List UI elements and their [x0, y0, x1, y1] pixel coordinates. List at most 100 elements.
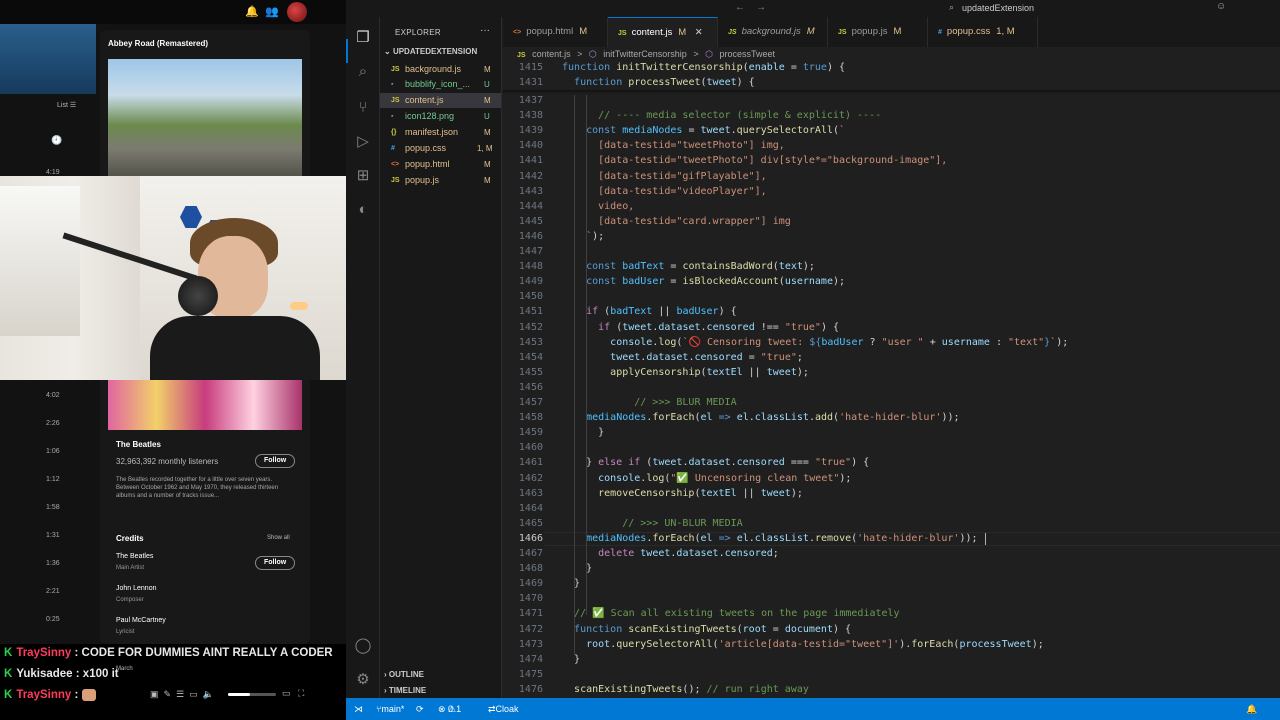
tab-popup-html[interactable]: <> popup.html M: [503, 17, 608, 47]
file-item[interactable]: ▪ icon128.png U: [380, 109, 501, 124]
show-all-credits-link[interactable]: Show all: [267, 535, 290, 541]
code-line[interactable]: }: [562, 563, 592, 574]
source-control-icon[interactable]: ⑂: [354, 99, 372, 117]
explorer-icon[interactable]: ❐: [354, 29, 372, 47]
remote-indicator-icon[interactable]: ⋊: [354, 698, 363, 720]
file-item[interactable]: ▪ bubblify_icon_... U: [380, 77, 501, 92]
volume-slider[interactable]: [228, 693, 276, 696]
credit-name[interactable]: Paul McCartney: [116, 617, 166, 624]
file-item[interactable]: # popup.css 1, M: [380, 141, 501, 156]
html-file-icon: <>: [513, 29, 522, 36]
lyrics-icon[interactable]: ✎: [164, 689, 172, 699]
file-item[interactable]: <> popup.html M: [380, 157, 501, 172]
more-actions-icon[interactable]: ···: [480, 25, 490, 36]
code-editor[interactable]: 1415 function initTwitterCensorship(enabl…: [503, 61, 1280, 698]
device-icon[interactable]: ▭: [189, 689, 198, 699]
code-line[interactable]: const badText = containsBadWord(text);: [562, 261, 815, 272]
code-line[interactable]: scanExistingTweets(); // run right away: [562, 684, 809, 695]
code-line[interactable]: delete tweet.dataset.censored;: [562, 548, 779, 559]
code-line[interactable]: // ✅ Scan all existing tweets on the pag…: [562, 608, 900, 619]
artist-name[interactable]: The Beatles: [116, 440, 161, 449]
credit-name[interactable]: John Lennon: [116, 585, 156, 592]
account-icon[interactable]: ◯: [354, 637, 372, 655]
code-line[interactable]: }: [562, 578, 580, 589]
command-center[interactable]: ⌕ updatedExtension: [934, 1, 1280, 15]
code-line[interactable]: removeCensorship(textEl || tweet);: [562, 488, 803, 499]
breadcrumb-function[interactable]: initTwitterCensorship: [603, 49, 687, 59]
file-item[interactable]: JS background.js M: [380, 62, 501, 77]
breadcrumb-function[interactable]: processTweet: [719, 49, 775, 59]
volume-icon[interactable]: 🔈: [203, 689, 214, 699]
bell-icon[interactable]: 🔔: [245, 5, 259, 18]
code-line[interactable]: // >>> UN-BLUR MEDIA: [562, 518, 742, 529]
search-icon[interactable]: ⌕: [354, 63, 372, 81]
extensions-icon[interactable]: ⊞: [354, 167, 372, 185]
code-line[interactable]: [data-testid="tweetPhoto"] div[style*="b…: [562, 155, 947, 166]
sync-icon[interactable]: ⟳: [416, 698, 424, 720]
chat-text: : x100 it: [75, 668, 119, 680]
tab-background-js[interactable]: JS background.js M: [718, 17, 828, 47]
code-line[interactable]: video,: [562, 201, 634, 212]
avatar[interactable]: [287, 2, 307, 22]
settings-gear-icon[interactable]: ⚙: [354, 671, 372, 689]
back-arrow-icon[interactable]: ←: [735, 2, 745, 13]
code-line[interactable]: if (tweet.dataset.censored !== "true") {: [562, 322, 839, 333]
code-line[interactable]: console.log("✅ Uncensoring clean tweet")…: [562, 473, 851, 484]
track-duration: 1:12: [46, 476, 60, 483]
code-line[interactable]: }: [562, 427, 604, 438]
code-line[interactable]: } else if (tweet.dataset.censored === "t…: [562, 457, 869, 468]
follow-artist-button[interactable]: Follow: [255, 454, 296, 468]
code-line[interactable]: [data-testid="card.wrapper"] img: [562, 216, 791, 227]
workspace-folder[interactable]: ⌄ UPDATEDEXTENSION: [384, 47, 477, 56]
notifications-icon[interactable]: 🔔: [1246, 698, 1257, 720]
code-line[interactable]: const badUser = isBlockedAccount(usernam…: [562, 276, 845, 287]
sticky-scroll-line[interactable]: function processTweet(tweet) {: [562, 77, 755, 88]
code-line[interactable]: console.log(`🚫 Censoring tweet: ${badUse…: [562, 337, 1068, 348]
run-debug-icon[interactable]: ▷: [354, 133, 372, 151]
list-view-toggle[interactable]: List ☰: [57, 101, 76, 109]
code-line[interactable]: mediaNodes.forEach(el => el.classList.re…: [562, 533, 977, 544]
sticky-scroll-line[interactable]: function initTwitterCensorship(enable = …: [562, 62, 845, 73]
code-line[interactable]: applyCensorship(textEl || tweet);: [562, 367, 809, 378]
forward-arrow-icon[interactable]: →: [756, 2, 766, 13]
code-line[interactable]: root.querySelectorAll('article[data-test…: [562, 639, 1044, 650]
code-line[interactable]: `);: [562, 231, 604, 242]
code-line[interactable]: }: [562, 654, 580, 665]
extension-status[interactable]: ⇄ Cloak: [488, 698, 519, 720]
follow-credit-button[interactable]: Follow: [255, 556, 296, 570]
branch-status[interactable]: ⑂ main*: [376, 698, 404, 720]
code-line[interactable]: if (badText || badUser) {: [562, 306, 737, 317]
file-item[interactable]: JS popup.js M: [380, 173, 501, 188]
remote-icon[interactable]: ◐: [354, 201, 372, 219]
artist-image: [108, 380, 302, 430]
mini-player-icon[interactable]: ▭: [282, 688, 291, 699]
code-line[interactable]: mediaNodes.forEach(el => el.classList.ad…: [562, 412, 959, 423]
now-playing-view-icon[interactable]: ▣: [150, 689, 159, 699]
tab-popup-js[interactable]: JS popup.js M: [828, 17, 928, 47]
credit-name[interactable]: The Beatles: [116, 553, 153, 560]
close-icon[interactable]: ✕: [695, 27, 703, 38]
outline-section[interactable]: › OUTLINE: [384, 670, 424, 679]
line-number: 1453: [518, 336, 543, 348]
file-item[interactable]: {} manifest.json M: [380, 125, 501, 140]
tab-popup-css[interactable]: # popup.css 1, M: [928, 17, 1038, 47]
code-line[interactable]: function scanExistingTweets(root = docum…: [562, 624, 851, 635]
code-line[interactable]: tweet.dataset.censored = "true";: [562, 352, 803, 363]
tab-content-js[interactable]: JS content.js M ✕: [608, 17, 718, 47]
timeline-section[interactable]: › TIMELINE: [384, 686, 426, 695]
breadcrumb-file[interactable]: content.js: [532, 49, 571, 59]
webcam-overlay: [0, 176, 362, 380]
code-line[interactable]: // >>> BLUR MEDIA: [562, 397, 736, 408]
file-name: popup.css: [405, 143, 447, 153]
code-line[interactable]: // ---- media selector (simple & explici…: [562, 110, 881, 121]
file-item[interactable]: JS content.js M: [380, 93, 501, 108]
code-line[interactable]: [data-testid="videoPlayer"],: [562, 186, 767, 197]
fullscreen-icon[interactable]: ⛶: [298, 688, 304, 699]
queue-icon[interactable]: ☰: [176, 689, 184, 699]
code-line[interactable]: const mediaNodes = tweet.querySelectorAl…: [562, 125, 845, 136]
code-line[interactable]: [data-testid="tweetPhoto"] img,: [562, 140, 785, 151]
problems-status[interactable]: ⊗ 0 ⚠ 1: [438, 698, 461, 720]
code-line[interactable]: [data-testid="gifPlayable"],: [562, 171, 767, 182]
friends-icon[interactable]: 👥: [265, 5, 279, 18]
copilot-icon[interactable]: ☺: [1216, 1, 1226, 12]
